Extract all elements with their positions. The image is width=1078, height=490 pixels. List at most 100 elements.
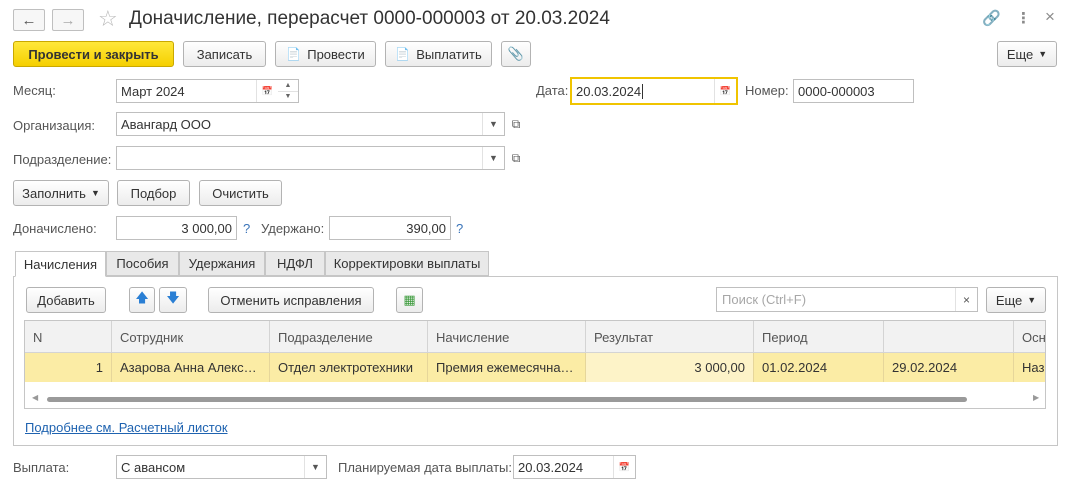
fill-label: Заполнить <box>22 185 86 201</box>
month-field[interactable]: Март 2024 📅 <box>116 79 279 103</box>
back-button[interactable]: ← <box>13 9 45 31</box>
column-header[interactable]: Период <box>754 321 884 353</box>
search-input[interactable]: Поиск (Ctrl+F) × <box>716 287 978 312</box>
post-and-close-label: Провести и закрыть <box>28 46 159 62</box>
add-button[interactable]: Добавить <box>26 287 106 313</box>
calendar-icon[interactable]: 📅 <box>613 456 635 478</box>
arrow-right-icon: → <box>60 11 76 29</box>
clear-search-icon[interactable]: × <box>955 288 977 311</box>
table-add-icon: ▦ <box>403 292 416 307</box>
org-field[interactable]: Авангард ООО ▼ <box>116 112 505 136</box>
calendar-icon[interactable]: 📅 <box>256 80 278 102</box>
dropdown-arrow-icon[interactable]: ▼ <box>482 147 504 169</box>
dropdown-arrow-icon[interactable]: ▼ <box>482 113 504 135</box>
pay-button[interactable]: 📄 Выплатить <box>385 41 492 67</box>
month-stepper[interactable]: ▲ ▼ <box>278 79 299 103</box>
link-icon[interactable]: 🔗 <box>982 9 1001 27</box>
cancel-fix-button[interactable]: Отменить исправления <box>208 287 374 313</box>
pay-doc-icon: 📄 <box>395 47 411 61</box>
planned-date-field[interactable]: 20.03.2024 📅 <box>513 455 636 479</box>
date-field[interactable]: 20.03.2024 📅 <box>570 77 738 105</box>
column-header[interactable]: Сотрудник <box>112 321 270 353</box>
favorite-star-icon[interactable]: ☆ <box>98 6 118 32</box>
column-header[interactable]: Начисление <box>428 321 586 353</box>
basis-cell[interactable]: Назн <box>1014 353 1045 382</box>
attach-button[interactable]: 📎 <box>501 41 531 67</box>
tab-label: НДФЛ <box>277 256 313 271</box>
date-value: 20.03.2024 <box>576 83 642 99</box>
select-button[interactable]: Подбор <box>117 180 190 206</box>
more-label: Еще <box>1006 46 1034 62</box>
withheld-field: 390,00 <box>329 216 451 240</box>
table-more-label: Еще <box>995 292 1023 308</box>
accrual-cell[interactable]: Премия ежемесячна… <box>428 353 586 382</box>
dept-field[interactable]: ▼ <box>116 146 505 170</box>
more-button[interactable]: Еще ▼ <box>997 41 1057 67</box>
calendar-icon[interactable]: 📅 <box>714 79 736 103</box>
chevron-down-icon: ▼ <box>90 188 100 198</box>
scroll-right-icon[interactable]: ▶ <box>1033 393 1039 402</box>
paperclip-icon: 📎 <box>507 46 525 61</box>
tab-label: Корректировки выплаты <box>333 256 481 271</box>
accrued-help-icon[interactable]: ? <box>243 221 250 236</box>
arrow-up-icon: 🡅 <box>135 290 149 305</box>
scrollbar-thumb[interactable] <box>47 397 967 402</box>
row-number[interactable]: 1 <box>25 353 112 382</box>
stepper-up-icon[interactable]: ▲ <box>278 80 298 92</box>
withheld-help-icon[interactable]: ? <box>456 221 463 236</box>
window-title: Доначисление, перерасчет 0000-000003 от … <box>129 8 610 29</box>
scroll-left-icon[interactable]: ◀ <box>32 393 38 402</box>
payout-select[interactable]: С авансом ▼ <box>116 455 327 479</box>
tab-benefits[interactable]: Пособия <box>106 251 179 276</box>
chevron-down-icon: ▼ <box>1038 49 1048 59</box>
open-dept-icon[interactable]: ⧉ <box>507 147 525 169</box>
column-header[interactable]: N <box>25 321 112 353</box>
post-label: Провести <box>307 46 365 62</box>
add-table-row-button[interactable]: ▦ <box>396 287 423 313</box>
post-and-close-button[interactable]: Провести и закрыть <box>13 41 174 67</box>
column-header[interactable] <box>884 321 1014 353</box>
stepper-down-icon[interactable]: ▼ <box>278 92 298 103</box>
open-org-icon[interactable]: ⧉ <box>507 113 525 135</box>
select-label: Подбор <box>130 185 177 201</box>
accrued-label: Доначислено: <box>13 221 97 236</box>
chevron-down-icon: ▼ <box>1027 295 1037 305</box>
result-cell[interactable]: 3 000,00 <box>586 353 754 382</box>
close-icon[interactable]: × <box>1045 7 1055 27</box>
payout-value: С авансом <box>121 459 186 475</box>
period-end-cell[interactable]: 29.02.2024 <box>884 353 1014 382</box>
column-header[interactable]: Подразделение <box>270 321 428 353</box>
move-up-button[interactable]: 🡅 <box>129 287 155 313</box>
post-button[interactable]: 📄 Провести <box>275 41 376 67</box>
planned-date-value: 20.03.2024 <box>518 459 584 475</box>
add-label: Добавить <box>37 292 95 308</box>
column-header[interactable]: Осн <box>1014 321 1045 353</box>
column-header[interactable]: Результат <box>586 321 754 353</box>
tab-accruals[interactable]: Начисления <box>15 251 106 277</box>
number-field[interactable]: 0000-000003 <box>793 79 914 103</box>
accrued-field: 3 000,00 <box>116 216 237 240</box>
move-down-button[interactable]: 🡇 <box>159 287 187 313</box>
horizontal-scrollbar[interactable]: ◀ ▶ <box>25 391 1045 405</box>
write-button[interactable]: Записать <box>183 41 266 67</box>
pay-label: Выплатить <box>416 46 482 62</box>
dept-label: Подразделение: <box>13 152 112 167</box>
table-row[interactable]: 1 Азарова Анна Алекс… Отдел электротехни… <box>25 353 1045 382</box>
department-cell[interactable]: Отдел электротехники <box>270 353 428 382</box>
payslip-link[interactable]: Подробнее см. Расчетный листок <box>25 420 228 435</box>
clear-button[interactable]: Очистить <box>199 180 282 206</box>
tab-label: Пособия <box>116 256 169 271</box>
tab-ndfl[interactable]: НДФЛ <box>265 251 325 276</box>
forward-button[interactable]: → <box>52 9 84 31</box>
dropdown-arrow-icon[interactable]: ▼ <box>304 456 326 478</box>
more-vertical-icon[interactable]: ⋮ <box>1016 9 1031 27</box>
tab-payout-corrections[interactable]: Корректировки выплаты <box>325 251 489 276</box>
number-label: Номер: <box>745 83 789 98</box>
accruals-table[interactable]: N Сотрудник Подразделение Начисление Рез… <box>24 320 1046 409</box>
employee-cell[interactable]: Азарова Анна Алекс… <box>112 353 270 382</box>
number-value: 0000-000003 <box>798 83 875 99</box>
period-start-cell[interactable]: 01.02.2024 <box>754 353 884 382</box>
table-more-button[interactable]: Еще ▼ <box>986 287 1046 313</box>
tab-deductions[interactable]: Удержания <box>179 251 265 276</box>
fill-button[interactable]: Заполнить ▼ <box>13 180 109 206</box>
